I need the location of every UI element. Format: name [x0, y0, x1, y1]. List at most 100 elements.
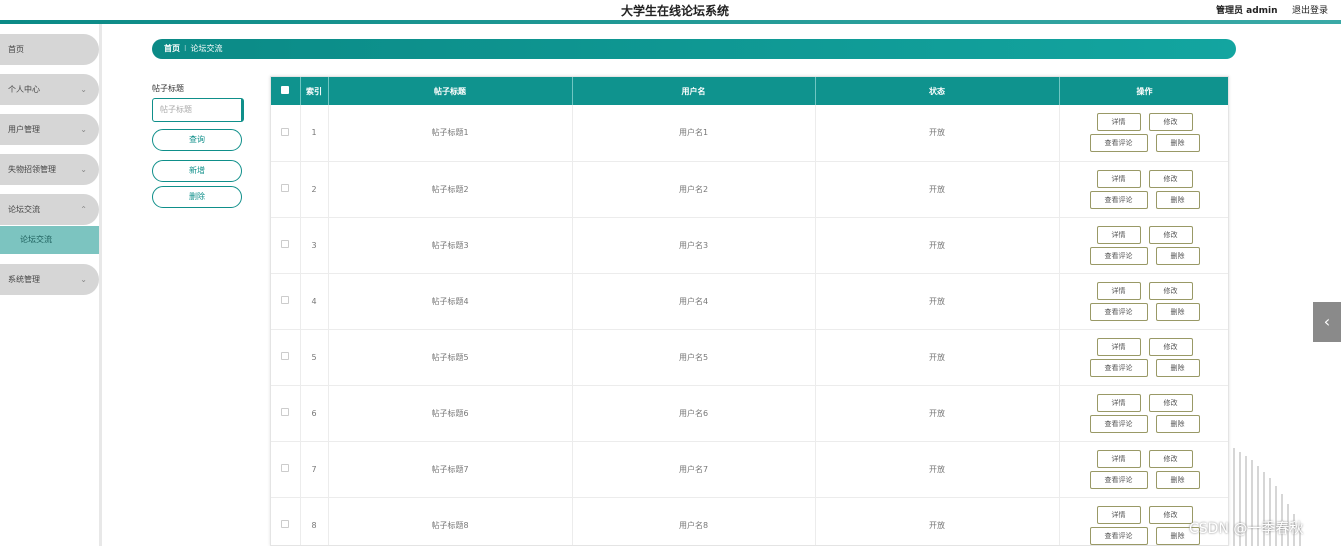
view-comments-button[interactable]: 查看评论: [1089, 470, 1148, 489]
chevron-down-icon: ⌄: [80, 85, 87, 94]
breadcrumb-separator: ⁝: [184, 44, 187, 53]
cell-title: 帖子标题6: [328, 385, 573, 442]
column-header-index: 索引: [300, 77, 329, 105]
select-all-checkbox[interactable]: [271, 77, 301, 105]
cell-username: 用户名7: [572, 441, 816, 498]
top-bar: 大学生在线论坛系统 管理员 admin 退出登录: [0, 0, 1341, 20]
sidebar-item-label: 首页: [8, 45, 24, 54]
detail-button[interactable]: 详情: [1096, 281, 1141, 300]
search-input[interactable]: 帖子标题: [152, 98, 244, 122]
cell-username: 用户名6: [572, 385, 816, 442]
cell-index: 8: [300, 497, 329, 545]
view-comments-button[interactable]: 查看评论: [1089, 358, 1148, 377]
edit-button[interactable]: 修改: [1148, 337, 1193, 356]
row-checkbox[interactable]: [271, 497, 301, 545]
detail-button[interactable]: 详情: [1096, 113, 1141, 132]
cell-index: 2: [300, 161, 329, 218]
detail-button[interactable]: 详情: [1096, 449, 1141, 468]
cell-username: 用户名1: [572, 105, 816, 162]
table-row: 2 帖子标题2 用户名2 开放 详情 修改 查看评论 删除: [271, 161, 1228, 218]
chevron-up-icon: ⌃: [80, 205, 87, 214]
table-row: 1 帖子标题1 用户名1 开放 详情 修改 查看评论 删除: [271, 105, 1228, 162]
row-checkbox[interactable]: [271, 329, 301, 386]
sidebar-item-system[interactable]: 系统管理 ⌄: [0, 264, 99, 295]
sidebar-item-forum[interactable]: 论坛交流 ⌃: [0, 194, 99, 225]
cell-status: 开放: [815, 217, 1060, 274]
logout-button[interactable]: 退出登录: [1292, 3, 1328, 16]
detail-button[interactable]: 详情: [1096, 225, 1141, 244]
edit-button[interactable]: 修改: [1148, 393, 1193, 412]
cell-index: 5: [300, 329, 329, 386]
row-checkbox[interactable]: [271, 385, 301, 442]
delete-button[interactable]: 删除: [1155, 246, 1200, 265]
row-checkbox[interactable]: [271, 441, 301, 498]
posts-table: 索引 帖子标题 用户名 状态 操作 1 帖子标题1 用户名1 开放 详情 修改 查看评论 删除…: [270, 76, 1229, 546]
cell-title: 帖子标题7: [328, 441, 573, 498]
sidebar-item-user-management[interactable]: 用户管理 ⌄: [0, 114, 99, 145]
sidebar-subitem-forum[interactable]: 论坛交流: [0, 226, 99, 254]
edit-button[interactable]: 修改: [1148, 225, 1193, 244]
delete-button[interactable]: 删除: [1155, 134, 1200, 153]
sidebar-item-label: 个人中心: [8, 85, 40, 94]
edit-button[interactable]: 修改: [1148, 281, 1193, 300]
query-button[interactable]: 查询: [152, 129, 242, 151]
sidebar-item-label: 用户管理: [8, 125, 40, 134]
sidebar-item-lost-found[interactable]: 失物招领管理 ⌄: [0, 154, 99, 185]
edit-button[interactable]: 修改: [1148, 169, 1193, 188]
cell-title: 帖子标题1: [328, 105, 573, 162]
sidebar-item-label: 失物招领管理: [8, 165, 56, 174]
row-checkbox[interactable]: [271, 217, 301, 274]
detail-button[interactable]: 详情: [1096, 393, 1141, 412]
batch-delete-button[interactable]: 删除: [152, 186, 242, 208]
detail-button[interactable]: 详情: [1096, 169, 1141, 188]
collapse-arrow-icon[interactable]: ‹: [1313, 302, 1341, 342]
view-comments-button[interactable]: 查看评论: [1089, 414, 1148, 433]
cell-username: 用户名4: [572, 273, 816, 330]
cell-index: 1: [300, 105, 329, 162]
cell-username: 用户名2: [572, 161, 816, 218]
view-comments-button[interactable]: 查看评论: [1089, 246, 1148, 265]
column-header-status: 状态: [815, 77, 1060, 105]
delete-button[interactable]: 删除: [1155, 358, 1200, 377]
cell-title: 帖子标题8: [328, 497, 573, 545]
cell-index: 3: [300, 217, 329, 274]
column-header-actions: 操作: [1059, 77, 1228, 105]
delete-button[interactable]: 删除: [1155, 414, 1200, 433]
row-checkbox[interactable]: [271, 105, 301, 162]
cell-actions: 详情 修改 查看评论 删除: [1059, 329, 1228, 386]
view-comments-button[interactable]: 查看评论: [1089, 134, 1148, 153]
view-comments-button[interactable]: 查看评论: [1089, 302, 1148, 321]
detail-button[interactable]: 详情: [1096, 505, 1141, 524]
chevron-down-icon: ⌄: [80, 125, 87, 134]
edit-button[interactable]: 修改: [1148, 505, 1193, 524]
top-accent-line: [0, 20, 1341, 24]
edit-button[interactable]: 修改: [1148, 449, 1193, 468]
row-checkbox[interactable]: [271, 273, 301, 330]
cell-actions: 详情 修改 查看评论 删除: [1059, 273, 1228, 330]
delete-button[interactable]: 删除: [1155, 302, 1200, 321]
cell-actions: 详情 修改 查看评论 删除: [1059, 385, 1228, 442]
table-row: 5 帖子标题5 用户名5 开放 详情 修改 查看评论 删除: [271, 329, 1228, 386]
breadcrumb-current: 论坛交流: [190, 44, 223, 53]
cell-index: 6: [300, 385, 329, 442]
delete-button[interactable]: 删除: [1155, 190, 1200, 209]
cell-title: 帖子标题5: [328, 329, 573, 386]
app-title: 大学生在线论坛系统: [620, 4, 729, 18]
watermark: CSDN @一季春秋: [1189, 521, 1304, 537]
view-comments-button[interactable]: 查看评论: [1089, 526, 1148, 545]
cell-status: 开放: [815, 441, 1060, 498]
table-row: 4 帖子标题4 用户名4 开放 详情 修改 查看评论 删除: [271, 273, 1228, 330]
cell-index: 7: [300, 441, 329, 498]
row-checkbox[interactable]: [271, 161, 301, 218]
sidebar-item-label: 系统管理: [8, 275, 40, 284]
table-header-row: 索引 帖子标题 用户名 状态 操作: [271, 77, 1228, 105]
view-comments-button[interactable]: 查看评论: [1089, 190, 1148, 209]
add-button[interactable]: 新增: [152, 160, 242, 182]
sidebar-item-home[interactable]: 首页: [0, 34, 99, 65]
edit-button[interactable]: 修改: [1148, 113, 1193, 132]
breadcrumb-home[interactable]: 首页: [164, 44, 180, 53]
delete-button[interactable]: 删除: [1155, 470, 1200, 489]
sidebar-item-label: 论坛交流: [8, 205, 40, 214]
detail-button[interactable]: 详情: [1096, 337, 1141, 356]
sidebar-item-personal-center[interactable]: 个人中心 ⌄: [0, 74, 99, 105]
